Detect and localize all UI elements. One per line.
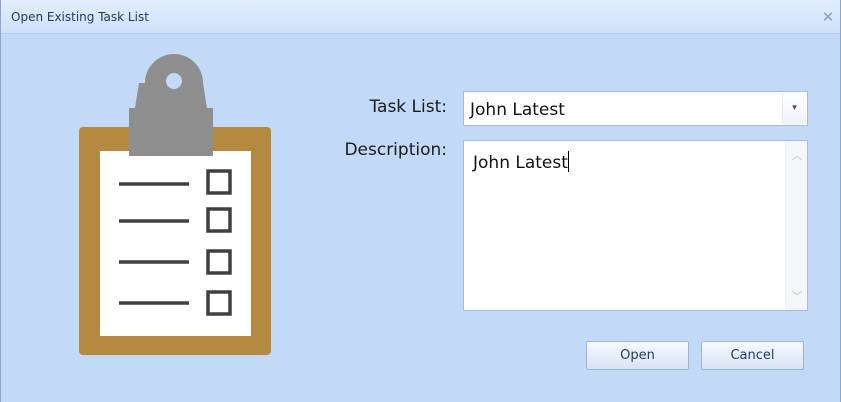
description-label: Description: bbox=[344, 140, 447, 160]
vertical-scrollbar[interactable]: ︿ ﹀ bbox=[785, 141, 807, 310]
description-textarea[interactable]: John Latest ︿ ﹀ bbox=[463, 140, 808, 311]
window-title: Open Existing Task List bbox=[11, 10, 149, 24]
cancel-button[interactable]: Cancel bbox=[701, 341, 804, 370]
task-list-label: Task List: bbox=[369, 97, 447, 117]
scroll-down-icon[interactable]: ﹀ bbox=[786, 288, 808, 306]
text-caret bbox=[567, 151, 569, 172]
task-list-combobox[interactable]: John Latest ▾ bbox=[463, 91, 808, 126]
scroll-up-icon[interactable]: ︿ bbox=[786, 147, 808, 165]
open-button[interactable]: Open bbox=[586, 341, 689, 370]
clip-hole bbox=[166, 73, 182, 89]
task-list-value: John Latest bbox=[470, 100, 565, 120]
close-icon[interactable]: ✕ bbox=[820, 9, 836, 25]
open-task-list-dialog: Open Existing Task List ✕ Task List: Joh… bbox=[0, 0, 841, 402]
title-bar[interactable]: Open Existing Task List ✕ bbox=[1, 0, 840, 34]
clipboard-clip bbox=[129, 54, 213, 156]
dropdown-arrow-icon[interactable]: ▾ bbox=[782, 93, 806, 124]
clipboard-checklist-icon bbox=[79, 54, 271, 355]
description-value: John Latest bbox=[473, 153, 568, 173]
description-text-line: John Latest bbox=[473, 151, 569, 173]
